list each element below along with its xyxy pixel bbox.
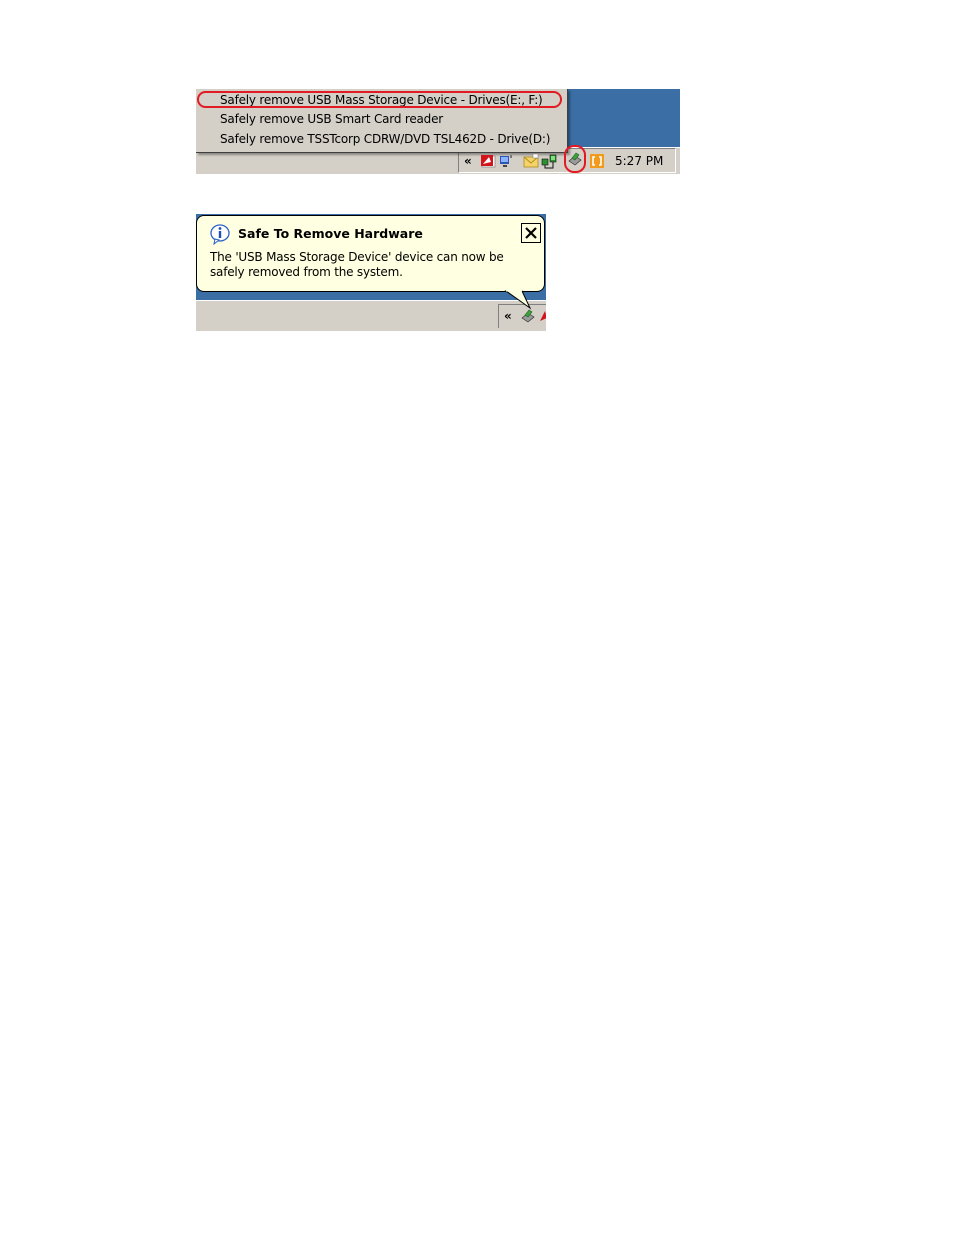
acrobat-icon[interactable] [539,308,546,324]
info-icon [210,224,230,245]
highlight-circle [197,91,562,108]
taskbar-clock[interactable]: 5:27 PM [615,153,663,169]
notification-balloon[interactable]: Safe To Remove Hardware The 'USB Mass St… [196,215,545,292]
acrobat-icon[interactable] [480,153,496,169]
screenshot-context-menu: Safely remove USB Mass Storage Device - … [196,89,680,174]
mail-icon[interactable] [523,153,539,169]
bracket-app-icon[interactable] [589,153,605,169]
menu-item-usb-smart-card-reader[interactable]: Safely remove USB Smart Card reader [220,110,443,129]
tray-highlight-circle [564,145,586,173]
balloon-title: Safe To Remove Hardware [238,226,423,241]
screenshot-balloon-notification: Safe To Remove Hardware The 'USB Mass St… [196,214,546,331]
safely-remove-hardware-icon[interactable] [520,308,536,324]
network-icon[interactable] [498,153,514,169]
close-icon [525,227,537,239]
close-button[interactable] [521,223,541,243]
balloon-message: The 'USB Mass Storage Device' device can… [210,250,504,279]
show-hidden-icons-chevron[interactable]: « [464,154,472,168]
safely-remove-menu: Safely remove USB Mass Storage Device - … [196,89,568,153]
show-hidden-icons-chevron[interactable]: « [504,309,512,323]
menu-item-tsstcorp-drive[interactable]: Safely remove TSSTcorp CDRW/DVD TSL462D … [220,130,550,149]
taskbar [196,300,546,331]
connection-icon[interactable] [541,153,557,169]
